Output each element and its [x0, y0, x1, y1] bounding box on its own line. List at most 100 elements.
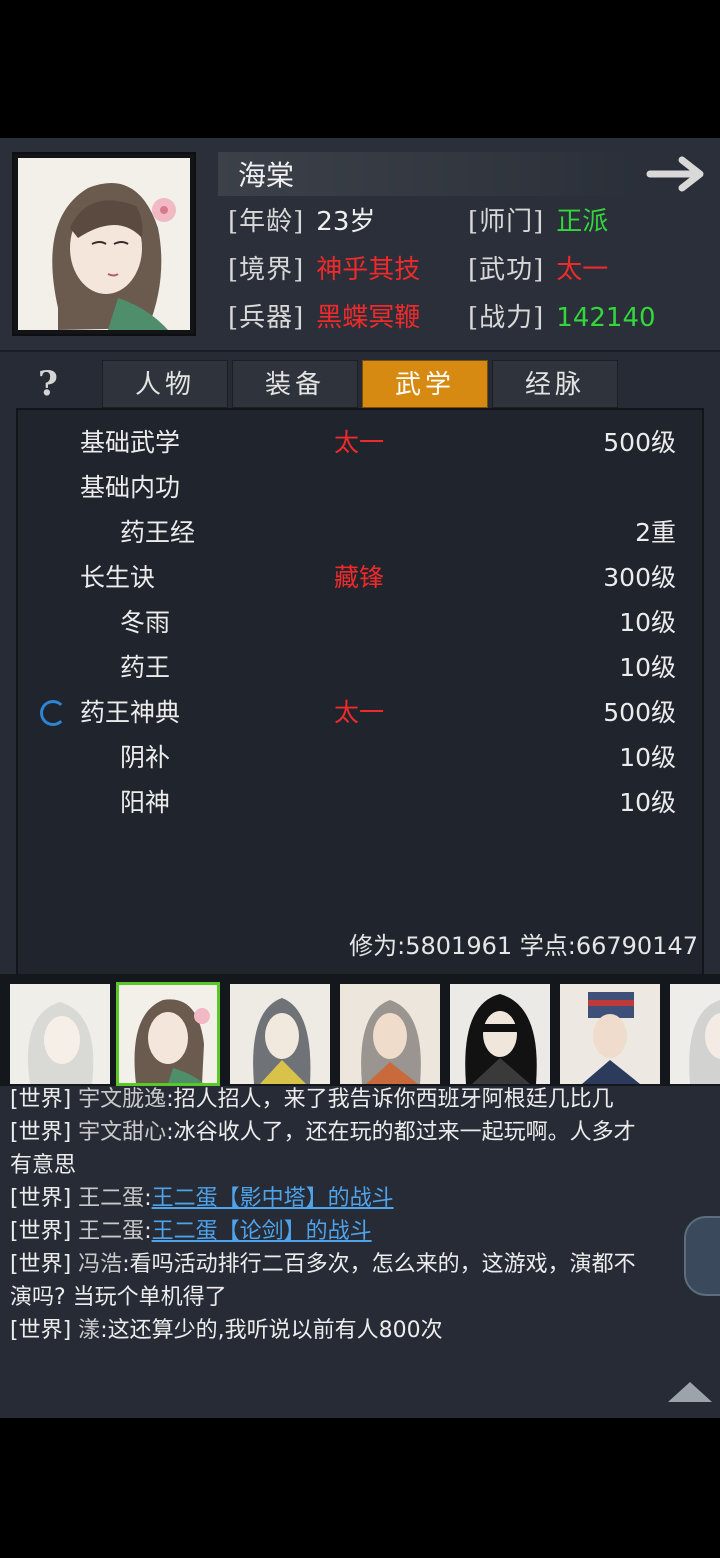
chat-text: : [144, 1186, 152, 1211]
side-menu-button[interactable] [684, 1216, 720, 1296]
stat-weapon: [兵器] 黑蝶冥鞭 [228, 298, 420, 338]
chat-channel: [世界] [10, 1219, 72, 1244]
skill-level: 10级 [619, 743, 676, 772]
skill-row[interactable]: 长生诀 藏锋 300级 [18, 555, 702, 600]
battle-replay-link[interactable]: 王二蛋【论剑】的战斗 [152, 1219, 372, 1244]
skill-name: 阳神 [120, 788, 171, 817]
chat-channel: [世界] [10, 1186, 72, 1211]
skill-name: 药王经 [120, 518, 196, 547]
skill-tag: 藏锋 [334, 563, 385, 592]
stat-value: 黑蝶冥鞭 [316, 303, 421, 333]
tab-equipment[interactable]: 装备 [232, 360, 358, 408]
chat-speaker[interactable]: 宇文胧逸 [78, 1087, 166, 1112]
battle-replay-link[interactable]: 王二蛋【影中塔】的战斗 [152, 1186, 394, 1211]
roster-portrait[interactable] [10, 984, 110, 1084]
stat-age: [年龄] 23岁 [228, 202, 375, 242]
stat-value: 142140 [556, 303, 656, 333]
chat-channel: [世界] [10, 1087, 72, 1112]
skill-name: 冬雨 [120, 608, 171, 637]
skill-row[interactable]: 阴补 10级 [18, 735, 702, 780]
skill-row[interactable]: 药王经 2重 [18, 510, 702, 555]
skill-name: 长生诀 [80, 563, 156, 592]
chat-text: 演吗? 当玩个单机得了 [10, 1285, 227, 1310]
stat-value: 23岁 [316, 207, 376, 237]
stat-value: 神乎其技 [316, 255, 421, 285]
active-skill-spinner-icon [40, 700, 66, 726]
skill-tag: 太一 [334, 428, 385, 457]
stat-label: [年龄] [228, 207, 305, 237]
chat-message: [世界] 宇文甜心:冰谷收人了，还在玩的都过来一起玩啊。人多才 [10, 1116, 710, 1149]
stat-value: 正派 [556, 207, 609, 237]
skill-level: 10级 [619, 653, 676, 682]
skill-row[interactable]: 基础武学 太一 500级 [18, 420, 702, 465]
character-portrait [18, 158, 190, 330]
character-roster [0, 974, 720, 1086]
skill-row-active[interactable]: 药王神典 太一 500级 [18, 690, 702, 735]
chat-message: [世界] 漾:这还算少的,我听说以前有人800次 [10, 1314, 710, 1347]
skill-row[interactable]: 基础内功 [18, 465, 702, 510]
chat-channel: [世界] [10, 1318, 72, 1343]
chat-message: [世界] 宇文胧逸:招人招人，来了我告诉你西班牙阿根廷几比几 [10, 1086, 710, 1116]
skill-level: 10级 [619, 608, 676, 637]
skill-name: 阴补 [120, 743, 171, 772]
chat-message-continued: 演吗? 当玩个单机得了 [10, 1281, 710, 1314]
cultivation-points: 修为:5801961 学点:66790147 [349, 932, 698, 960]
chat-text: :招人招人，来了我告诉你西班牙阿根廷几比几 [166, 1087, 614, 1112]
chat-text: : [144, 1219, 152, 1244]
roster-portrait[interactable] [340, 984, 440, 1084]
stat-label: [境界] [228, 255, 305, 285]
skill-row[interactable]: 药王 10级 [18, 645, 702, 690]
stat-value: 太一 [556, 255, 609, 285]
roster-portrait[interactable] [560, 984, 660, 1084]
skill-row[interactable]: 冬雨 10级 [18, 600, 702, 645]
next-character-arrow-icon[interactable] [646, 152, 710, 196]
chat-channel: [世界] [10, 1120, 72, 1145]
stat-martial-art: [武功] 太一 [468, 250, 608, 290]
help-icon[interactable]: ? [30, 364, 66, 404]
tab-character[interactable]: 人物 [102, 360, 228, 408]
chat-speaker[interactable]: 冯浩 [78, 1252, 122, 1277]
skill-name: 药王 [120, 653, 171, 682]
chat-text: :这还算少的,我听说以前有人800次 [100, 1318, 443, 1343]
stat-sect: [师门] 正派 [468, 202, 608, 242]
chat-speaker[interactable]: 王二蛋 [78, 1219, 144, 1244]
roster-portrait[interactable] [450, 984, 550, 1084]
stat-label: [武功] [468, 255, 545, 285]
game-screen: 海棠 [年龄] 23岁 [师门] 正派 [境界] 神乎其技 [武功] 太一 [兵器] 黑蝶… [0, 138, 720, 1418]
chat-speaker[interactable]: 王二蛋 [78, 1186, 144, 1211]
chat-channel: [世界] [10, 1252, 72, 1277]
skill-row[interactable]: 阳神 10级 [18, 780, 702, 825]
stat-label: [师门] [468, 207, 545, 237]
stat-power: [战力] 142140 [468, 298, 656, 338]
skill-level: 10级 [619, 788, 676, 817]
chat-text: :看吗活动排行二百多次，怎么来的，这游戏，演都不 [122, 1252, 636, 1277]
roster-portrait-selected[interactable] [116, 982, 220, 1086]
chat-text: :冰谷收人了，还在玩的都过来一起玩啊。人多才 [166, 1120, 636, 1145]
skill-level: 500级 [603, 428, 676, 457]
stat-label: [战力] [468, 303, 545, 333]
tab-meridians[interactable]: 经脉 [492, 360, 618, 408]
skill-level: 2重 [635, 518, 676, 547]
skill-level: 300级 [603, 563, 676, 592]
stat-realm: [境界] 神乎其技 [228, 250, 420, 290]
tab-martial-arts[interactable]: 武学 [362, 360, 488, 408]
chat-message-continued: 有意思 [10, 1149, 710, 1182]
portrait-frame [12, 152, 196, 336]
chat-message: [世界] 冯浩:看吗活动排行二百多次，怎么来的，这游戏，演都不 [10, 1248, 710, 1281]
chat-speaker[interactable]: 漾 [78, 1318, 100, 1343]
world-chat[interactable]: [世界] 宇文胧逸:招人招人，来了我告诉你西班牙阿根廷几比几 [世界] 宇文甜心… [0, 1086, 720, 1418]
roster-portrait[interactable] [230, 984, 330, 1084]
chat-message: [世界] 王二蛋:王二蛋【论剑】的战斗 [10, 1215, 710, 1248]
skill-name: 药王神典 [80, 698, 181, 727]
skill-name: 基础武学 [80, 428, 181, 457]
roster-portrait[interactable] [670, 984, 720, 1084]
stat-label: [兵器] [228, 303, 305, 333]
skill-name: 基础内功 [80, 473, 181, 502]
chat-text: 有意思 [10, 1153, 77, 1178]
chat-message: [世界] 王二蛋:王二蛋【影中塔】的战斗 [10, 1182, 710, 1215]
character-header: 海棠 [年龄] 23岁 [师门] 正派 [境界] 神乎其技 [武功] 太一 [兵器] 黑蝶… [0, 138, 720, 352]
character-name: 海棠 [238, 159, 295, 192]
expand-chat-triangle-icon[interactable] [668, 1382, 712, 1402]
chat-speaker[interactable]: 宇文甜心 [78, 1120, 166, 1145]
skill-tag: 太一 [334, 698, 385, 727]
